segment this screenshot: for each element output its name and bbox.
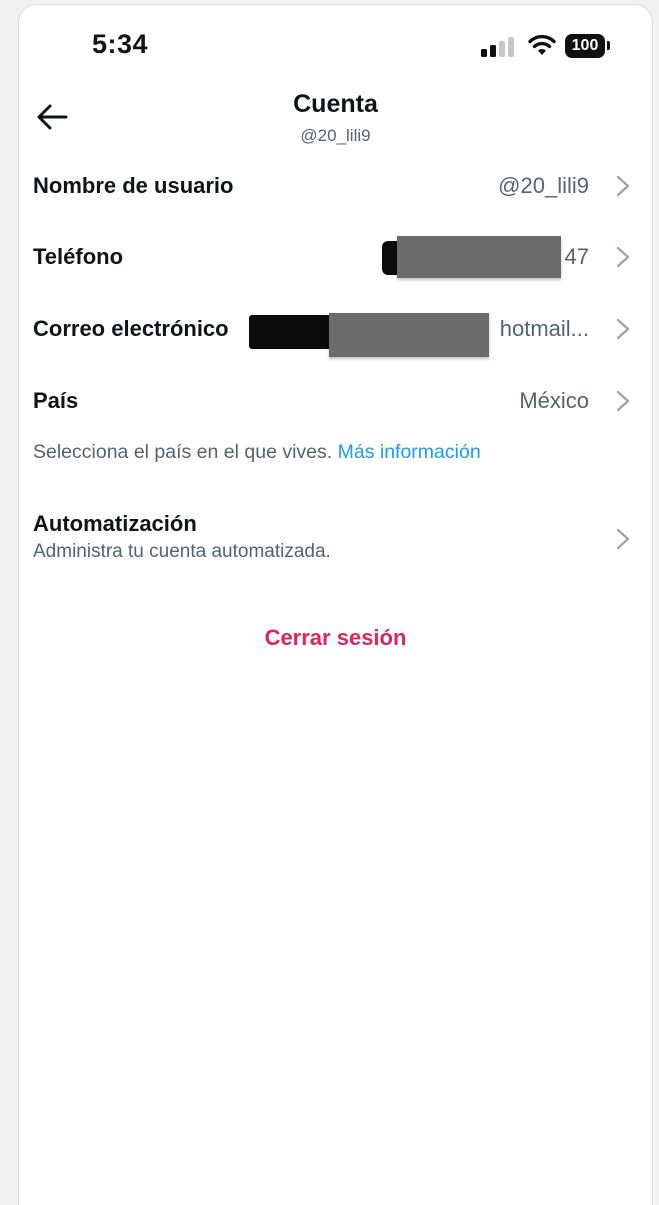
account-screen: 5:34 100 Cuenta @20_lili9 Nombre de usua… <box>18 4 653 1205</box>
row-automation-title: Automatización <box>33 511 197 536</box>
chevron-right-icon <box>616 246 630 268</box>
battery-icon: 100 <box>565 34 605 58</box>
row-username[interactable]: Nombre de usuario @20_lili9 <box>19 157 652 215</box>
row-country[interactable]: País México <box>19 372 652 430</box>
status-time: 5:34 <box>92 29 149 59</box>
chevron-right-icon <box>616 528 630 550</box>
country-hint-text: Selecciona el país en el que vives. <box>33 441 333 463</box>
country-hint: Selecciona el país en el que vives. Más … <box>33 441 481 464</box>
battery-tip <box>607 41 610 50</box>
row-email-value: hotmail... <box>499 316 589 341</box>
row-country-label: País <box>33 388 79 413</box>
row-username-value: @20_lili9 <box>498 173 589 198</box>
redaction-mark <box>329 313 489 357</box>
logout-button[interactable]: Cerrar sesión <box>19 625 652 651</box>
page-title: Cuenta <box>293 90 378 118</box>
more-info-link[interactable]: Más información <box>338 441 481 463</box>
wifi-icon <box>528 34 556 55</box>
redaction-mark <box>397 236 561 278</box>
row-phone-label: Teléfono <box>33 244 124 269</box>
redaction-mark <box>249 315 333 349</box>
chevron-right-icon <box>616 318 630 340</box>
chevron-right-icon <box>616 175 630 197</box>
row-email-label: Correo electrónico <box>33 316 229 341</box>
row-automation[interactable]: Automatización Administra tu cuenta auto… <box>19 505 652 573</box>
chevron-right-icon <box>616 390 630 412</box>
row-username-label: Nombre de usuario <box>33 173 234 198</box>
row-phone-value: 47 <box>564 244 589 269</box>
cellular-signal-icon <box>481 35 515 57</box>
page-subtitle: @20_lili9 <box>300 126 371 145</box>
row-country-value: México <box>519 388 589 413</box>
row-automation-subtitle: Administra tu cuenta automatizada. <box>33 541 331 562</box>
